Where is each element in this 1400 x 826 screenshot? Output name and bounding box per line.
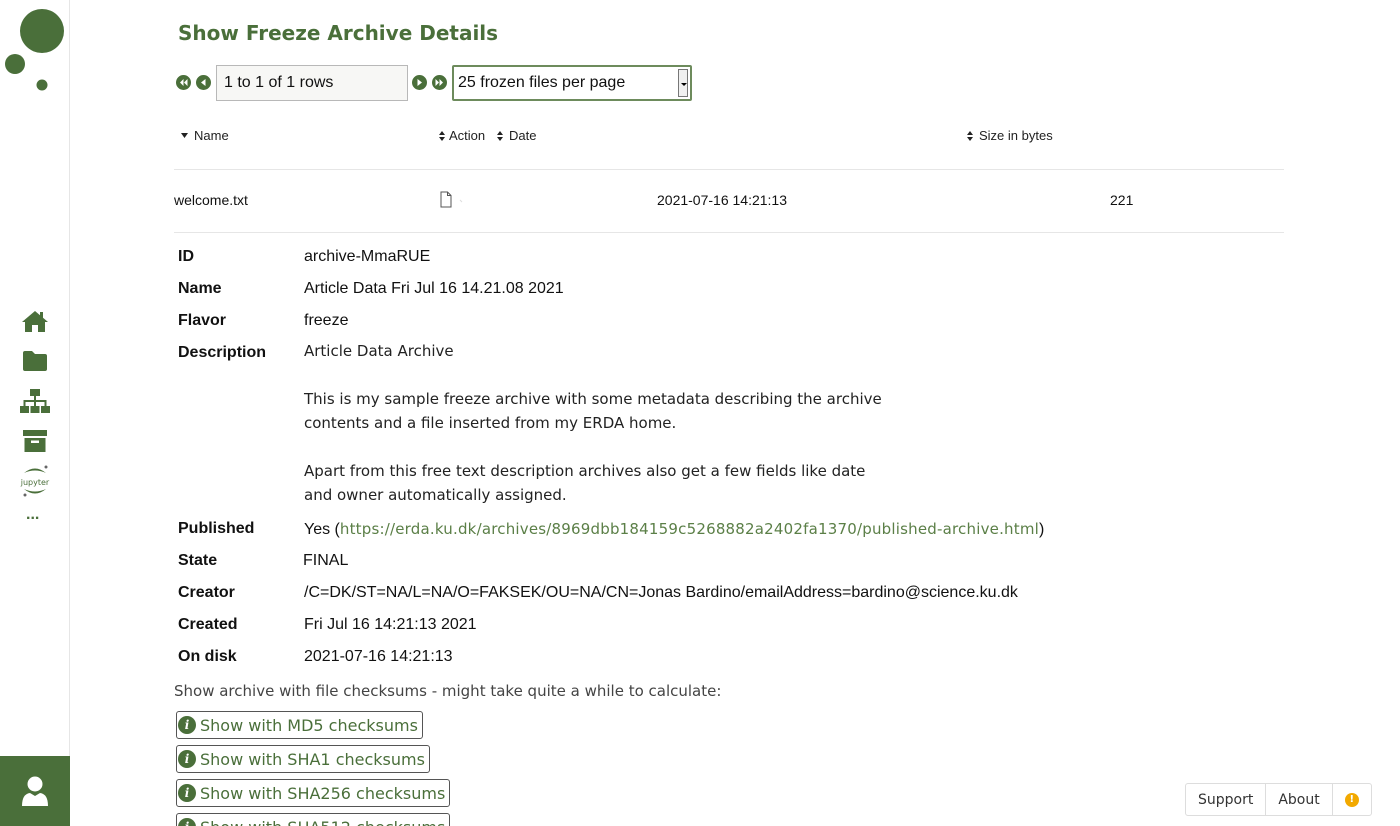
warning-icon: ! (1344, 792, 1359, 807)
md5-checksums-button[interactable]: i Show with MD5 checksums (176, 711, 423, 739)
info-icon: i (178, 818, 196, 826)
description-line (304, 363, 882, 387)
detail-label: ID (178, 248, 194, 265)
table-header: Name Action Date Size in bytes (174, 128, 1284, 148)
prev-page-icon (201, 79, 206, 86)
checksums-intro: Show archive with file checksums - might… (174, 682, 722, 700)
divider (174, 169, 1284, 170)
jupyter-label: jupyter (20, 478, 50, 487)
sort-both-icon (497, 130, 503, 141)
detail-value: Fri Jul 16 14:21:13 2021 (304, 616, 477, 633)
sort-down-icon (181, 133, 188, 138)
detail-value: Article Data Archive This is my sample f… (304, 339, 882, 507)
detail-label: Flavor (178, 312, 227, 329)
published-prefix: Yes ( (304, 521, 340, 538)
detail-label: Description (178, 344, 267, 361)
file-icon (440, 191, 463, 208)
column-action-label: Action (449, 128, 486, 143)
description-line: Apart from this free text description ar… (304, 462, 866, 480)
column-header-date[interactable]: Date (497, 128, 536, 143)
folder-icon[interactable] (19, 347, 51, 375)
per-page-value: 25 frozen files per page (458, 74, 626, 91)
first-page-button[interactable] (176, 75, 191, 90)
footer-bar: Support About ! (1185, 783, 1372, 816)
description-line: and owner automatically assigned. (304, 486, 567, 504)
file-date: 2021-07-16 14:21:13 (657, 192, 787, 208)
sidebar: jupyter ... (0, 0, 70, 826)
file-action-button[interactable] (440, 191, 466, 212)
prev-page-button[interactable] (196, 75, 211, 90)
about-link[interactable]: About (1266, 784, 1333, 815)
per-page-select[interactable]: 25 frozen files per page (452, 65, 692, 101)
button-label: Show with SHA512 checksums (200, 818, 445, 826)
detail-value: Article Data Fri Jul 16 14.21.08 2021 (304, 280, 564, 297)
first-page-icon (180, 79, 188, 86)
sort-both-icon (439, 130, 445, 141)
detail-value: /C=DK/ST=NA/L=NA/O=FAKSEK/OU=NA/CN=Jonas… (304, 584, 1018, 601)
column-name-label: Name (194, 128, 229, 143)
detail-value: freeze (304, 312, 349, 329)
button-label: Show with MD5 checksums (200, 715, 418, 735)
description-line: This is my sample freeze archive with so… (304, 390, 882, 408)
column-header-action[interactable]: Action (439, 128, 485, 143)
sort-both-icon (967, 130, 973, 141)
support-link[interactable]: Support (1186, 784, 1267, 815)
pager-display: 1 to 1 of 1 rows (216, 65, 408, 101)
published-suffix: ) (1039, 521, 1045, 538)
info-icon: i (178, 784, 196, 802)
column-date-label: Date (509, 128, 537, 143)
sha512-checksums-button[interactable]: i Show with SHA512 checksums (176, 813, 451, 826)
file-name: welcome.txt (174, 192, 248, 208)
column-header-name[interactable]: Name (181, 128, 229, 143)
detail-value: Yes (https://erda.ku.dk/archives/8969dbb… (304, 520, 1044, 539)
home-icon[interactable] (19, 307, 51, 335)
user-icon (22, 776, 48, 806)
description-line: contents and a file inserted from my ERD… (304, 414, 677, 432)
detail-label: State (178, 552, 218, 569)
info-button[interactable]: ! (1333, 784, 1371, 815)
detail-label: Created (178, 616, 238, 633)
info-icon: i (178, 716, 196, 734)
detail-label: Name (178, 280, 222, 297)
user-menu[interactable] (0, 756, 70, 826)
next-page-button[interactable] (412, 75, 427, 90)
description-line (304, 435, 882, 459)
table-row: welcome.txt 2021-07-16 14:21:13 221 (174, 191, 1284, 212)
detail-value: 2021-07-16 14:21:13 (304, 648, 453, 665)
network-icon[interactable] (19, 387, 51, 415)
detail-label: Published (178, 520, 255, 537)
detail-label: Creator (178, 584, 235, 601)
file-size: 221 (1110, 192, 1134, 208)
last-page-icon (435, 79, 443, 86)
detail-value: archive-MmaRUE (304, 248, 431, 265)
description-line: Article Data Archive (304, 342, 454, 360)
sha256-checksums-button[interactable]: i Show with SHA256 checksums (176, 779, 451, 807)
published-archive-link[interactable]: https://erda.ku.dk/archives/8969dbb18415… (340, 520, 1039, 538)
chevron-down-icon (678, 69, 688, 97)
column-header-size[interactable]: Size in bytes (967, 128, 1053, 143)
info-icon: i (178, 750, 196, 768)
archive-icon[interactable] (19, 427, 51, 455)
divider (174, 232, 1284, 233)
last-page-button[interactable] (432, 75, 447, 90)
sha1-checksums-button[interactable]: i Show with SHA1 checksums (176, 745, 430, 773)
button-label: Show with SHA256 checksums (200, 783, 446, 803)
next-page-icon (417, 79, 422, 86)
page-title: Show Freeze Archive Details (178, 21, 499, 45)
detail-value: FINAL (303, 552, 349, 569)
logo (5, 9, 64, 91)
detail-label: On disk (178, 648, 237, 665)
column-size-label: Size in bytes (979, 128, 1053, 143)
more-menu[interactable]: ... (26, 506, 39, 524)
jupyter-icon[interactable]: jupyter (19, 462, 51, 500)
button-label: Show with SHA1 checksums (200, 749, 425, 769)
